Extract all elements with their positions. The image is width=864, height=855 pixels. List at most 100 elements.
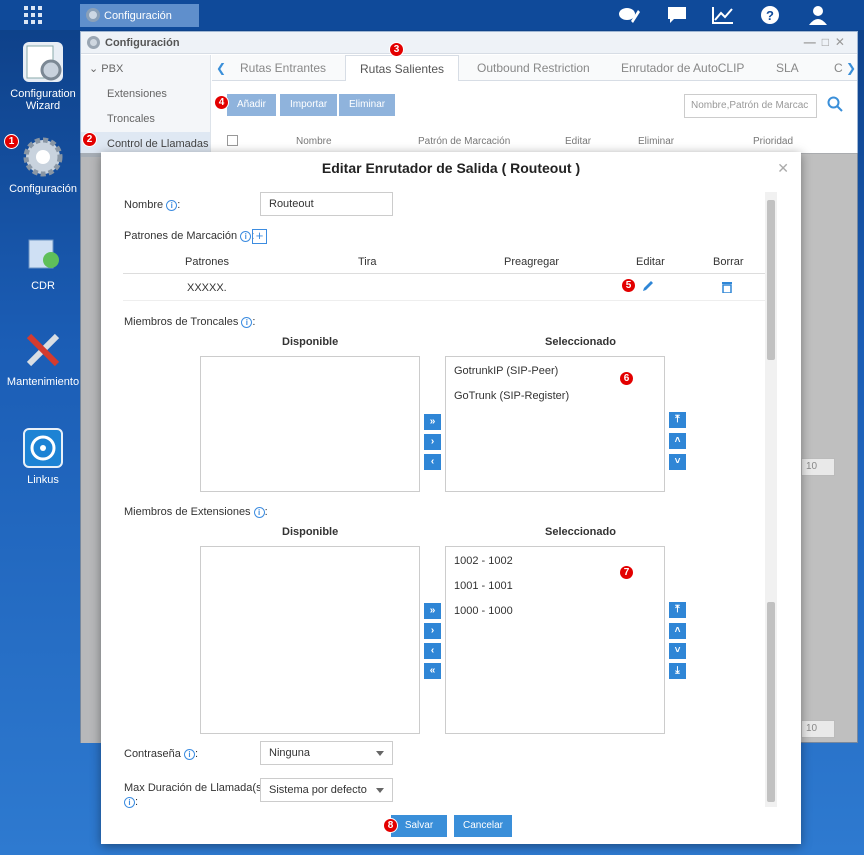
pattern-value: XXXXX. [187,282,227,294]
desktop-configuration-wizard[interactable]: Configuration Wizard [0,42,86,112]
col-nombre[interactable]: Nombre [296,136,332,147]
taskbar-configuracion[interactable]: Configuración [80,4,199,27]
desktop-mantenimiento[interactable]: Mantenimiento [0,330,86,388]
step-badge: 7 [619,565,634,580]
trash-icon[interactable] [721,280,733,296]
desktop-cdr[interactable]: CDR [0,234,86,292]
import-button[interactable]: Importar [280,94,338,116]
window-controls[interactable]: —□✕ [804,35,851,49]
step-badge: 6 [619,371,634,386]
tab-bar: ❮ Rutas Entrantes Rutas Salientes Outbou… [212,55,857,81]
app-grid-icon[interactable] [24,6,44,24]
sidebar-section-pbx[interactable]: ⌄ PBX [81,55,210,82]
password-select[interactable]: Ninguna [260,741,393,765]
extensions-available-list[interactable] [200,546,420,734]
pager-size-select[interactable]: 10 [801,720,835,738]
col-prioridad: Prioridad [753,136,794,147]
tab-sla[interactable]: SLA [776,55,799,81]
info-icon[interactable]: i [240,230,252,242]
step-badge: 8 [383,818,398,833]
col-tira: Tira [358,256,377,268]
user-icon[interactable] [806,4,830,26]
tab-rutas-entrantes[interactable]: Rutas Entrantes [240,55,326,81]
move-top-icon[interactable]: ⤒ [669,412,686,428]
max-duration-label: Max Duración de Llamada(s) i: [124,782,266,808]
tab-more[interactable]: C [834,55,843,81]
cancel-button[interactable]: Cancelar [454,815,512,837]
col-patron[interactable]: Patrón de Marcación [418,136,510,147]
window-titlebar[interactable]: Configuración —□✕ [81,32,857,54]
info-icon[interactable]: i [124,796,135,808]
max-duration-select[interactable]: Sistema por defecto [260,778,393,802]
step-badge: 1 [4,134,19,149]
move-all-left-icon[interactable]: « [424,663,441,679]
info-icon[interactable]: i [166,199,178,211]
tab-prev-icon[interactable]: ❮ [216,55,226,81]
move-all-right-icon[interactable]: » [424,603,441,619]
max-duration-label-text: Max Duración de Llamada(s) [124,782,266,794]
name-input[interactable]: Routeout [260,192,393,216]
trunks-available-list[interactable] [200,356,420,492]
tab-next-icon[interactable]: ❯ [846,55,856,81]
selected-header: Seleccionado [545,336,616,348]
extensions-label: Miembros de Extensiones i: [124,506,268,518]
scroll-thumb[interactable] [767,200,775,360]
move-right-icon[interactable]: › [424,434,441,450]
list-item[interactable]: GoTrunk (SIP-Register) [446,384,664,409]
col-editar: Editar [636,256,665,268]
move-up-icon[interactable]: ˄ [669,433,686,449]
desktop-label: Mantenimiento [6,376,80,388]
select-all-checkbox[interactable] [227,135,238,146]
desktop-label: Configuration Wizard [10,88,76,112]
move-left-icon[interactable]: ‹ [424,643,441,659]
chevron-down-icon: ⌄ [89,63,99,75]
col-preagregar: Preagregar [504,256,560,268]
chat-pen-icon[interactable] [617,4,641,26]
move-right-icon[interactable]: › [424,623,441,639]
search-icon[interactable] [827,96,843,115]
step-badge: 2 [82,132,97,147]
move-all-right-icon[interactable]: » [424,414,441,430]
col-patrones: Patrones [185,256,230,268]
tab-outbound-restriction[interactable]: Outbound Restriction [477,55,590,81]
scroll-thumb[interactable] [767,602,775,802]
move-left-icon[interactable]: ‹ [424,454,441,470]
save-button[interactable]: Salvar [391,815,447,837]
sidebar-item-extensiones[interactable]: Extensiones [81,82,210,107]
pager-size-select[interactable]: 10 [801,458,835,476]
cdr-icon [23,234,63,274]
sidebar-item-troncales[interactable]: Troncales [81,107,210,132]
move-bottom-icon[interactable]: ⤓ [669,663,686,679]
add-button[interactable]: Añadir [227,94,276,116]
password-value: Ninguna [269,747,310,759]
search-input[interactable]: Nombre,Patrón de Marcac [684,94,817,118]
available-header: Disponible [282,526,339,538]
edit-pencil-icon[interactable] [642,280,654,295]
move-down-icon[interactable]: ˅ [669,643,686,659]
dialog-scrollbar[interactable] [765,192,777,807]
add-pattern-button[interactable]: + [252,229,267,244]
info-icon[interactable]: i [241,316,253,328]
col-borrar: Borrar [713,256,744,268]
desktop-linkus[interactable]: Linkus [0,428,86,486]
move-down-icon[interactable]: ˅ [669,454,686,470]
tab-rutas-salientes[interactable]: Rutas Salientes [345,55,460,81]
col-eliminar: Eliminar [638,136,675,147]
info-icon[interactable]: i [183,748,195,760]
wizard-icon [23,42,63,82]
close-icon[interactable]: ✕ [777,160,789,177]
list-item[interactable]: 1000 - 1000 [446,599,664,624]
delete-button[interactable]: Eliminar [339,94,396,116]
chevron-down-icon [376,788,384,793]
taskbar-label: Configuración [104,9,172,22]
gear-icon [86,8,100,22]
password-label-text: Contraseña [124,748,181,760]
info-icon[interactable]: i [253,506,265,518]
move-up-icon[interactable]: ˄ [669,623,686,639]
message-icon[interactable] [665,4,689,26]
help-icon[interactable]: ? [758,4,782,26]
password-label: Contraseña i: [124,748,198,760]
move-top-icon[interactable]: ⤒ [669,602,686,618]
tab-autoclip[interactable]: Enrutador de AutoCLIP [621,55,744,81]
statistics-icon[interactable] [711,4,735,26]
